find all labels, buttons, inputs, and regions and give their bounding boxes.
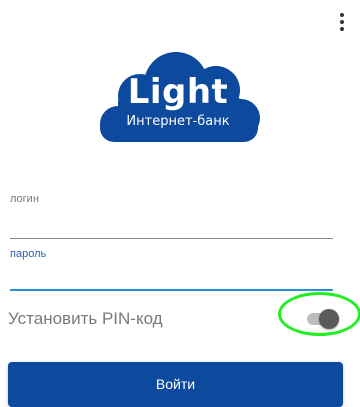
logo-title: Light	[127, 72, 229, 112]
password-underline	[10, 289, 333, 291]
password-field: пароль	[10, 247, 333, 291]
login-button[interactable]: Войти	[8, 362, 343, 407]
logo-subtitle: Интернет-банк	[126, 114, 230, 129]
password-label: пароль	[10, 248, 47, 260]
pin-toggle[interactable]	[305, 309, 339, 329]
pin-setting-row: Установить PIN-код	[8, 292, 360, 336]
toggle-thumb	[319, 309, 339, 329]
more-options-icon[interactable]	[330, 10, 354, 34]
pin-label: Установить PIN-код	[8, 309, 163, 328]
bank-logo: Light Интернет-банк	[96, 52, 260, 150]
login-underline	[10, 238, 333, 239]
login-field: логин	[10, 192, 333, 239]
menu-dot	[340, 13, 344, 17]
menu-dot	[340, 20, 344, 24]
login-label: логин	[10, 193, 39, 205]
login-input[interactable]	[10, 212, 333, 238]
menu-dot	[340, 27, 344, 31]
password-input[interactable]	[10, 263, 333, 289]
